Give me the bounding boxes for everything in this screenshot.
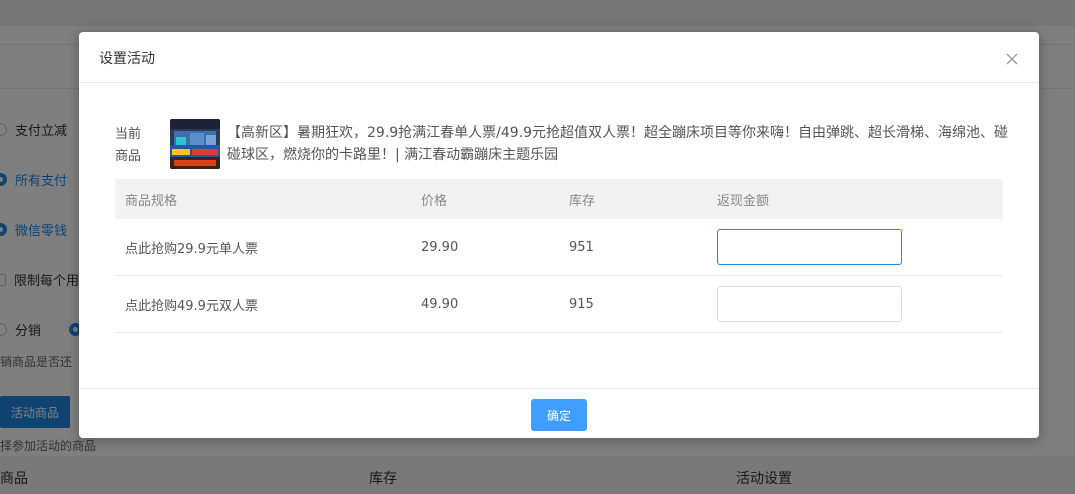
dialog-header: 设置活动 bbox=[79, 32, 1039, 83]
table-row: 点此抢购29.9元单人票 29.90 951 bbox=[115, 219, 1003, 276]
set-activity-dialog: 设置活动 当前商品 【高新区】暑期狂欢，29.9抢满江春单人票/49.9元抢超值… bbox=[79, 32, 1039, 438]
close-icon[interactable] bbox=[1005, 52, 1019, 66]
confirm-button[interactable]: 确定 bbox=[531, 399, 587, 431]
stock-cell: 951 bbox=[569, 239, 594, 255]
column-header-price: 价格 bbox=[421, 193, 448, 209]
price-cell: 49.90 bbox=[421, 296, 459, 312]
spec-cell: 点此抢购49.9元双人票 bbox=[125, 298, 258, 314]
product-thumbnail bbox=[170, 119, 220, 169]
dialog-title: 设置活动 bbox=[99, 51, 155, 67]
cashback-input[interactable] bbox=[717, 286, 902, 322]
cashback-cell bbox=[717, 219, 902, 275]
price-cell: 29.90 bbox=[421, 239, 459, 255]
current-product-label: 当前商品 bbox=[115, 127, 142, 164]
table-header: 商品规格 价格 库存 返现金额 bbox=[115, 179, 1003, 219]
stock-cell: 915 bbox=[569, 296, 594, 312]
column-header-spec: 商品规格 bbox=[125, 193, 178, 209]
column-header-stock: 库存 bbox=[569, 193, 596, 209]
table-row: 点此抢购49.9元双人票 49.90 915 bbox=[115, 276, 1003, 333]
spec-table: 商品规格 价格 库存 返现金额 点此抢购29.9元单人票 29.90 951 点… bbox=[115, 179, 1003, 333]
dialog-footer: 确定 bbox=[79, 388, 1039, 438]
cashback-cell bbox=[717, 276, 902, 332]
cashback-input[interactable] bbox=[717, 229, 902, 265]
column-header-cashback: 返现金额 bbox=[717, 193, 770, 209]
spec-cell: 点此抢购29.9元单人票 bbox=[125, 241, 258, 257]
product-title: 【高新区】暑期狂欢，29.9抢满江春单人票/49.9元抢超值双人票！超全蹦床项目… bbox=[227, 125, 1009, 163]
